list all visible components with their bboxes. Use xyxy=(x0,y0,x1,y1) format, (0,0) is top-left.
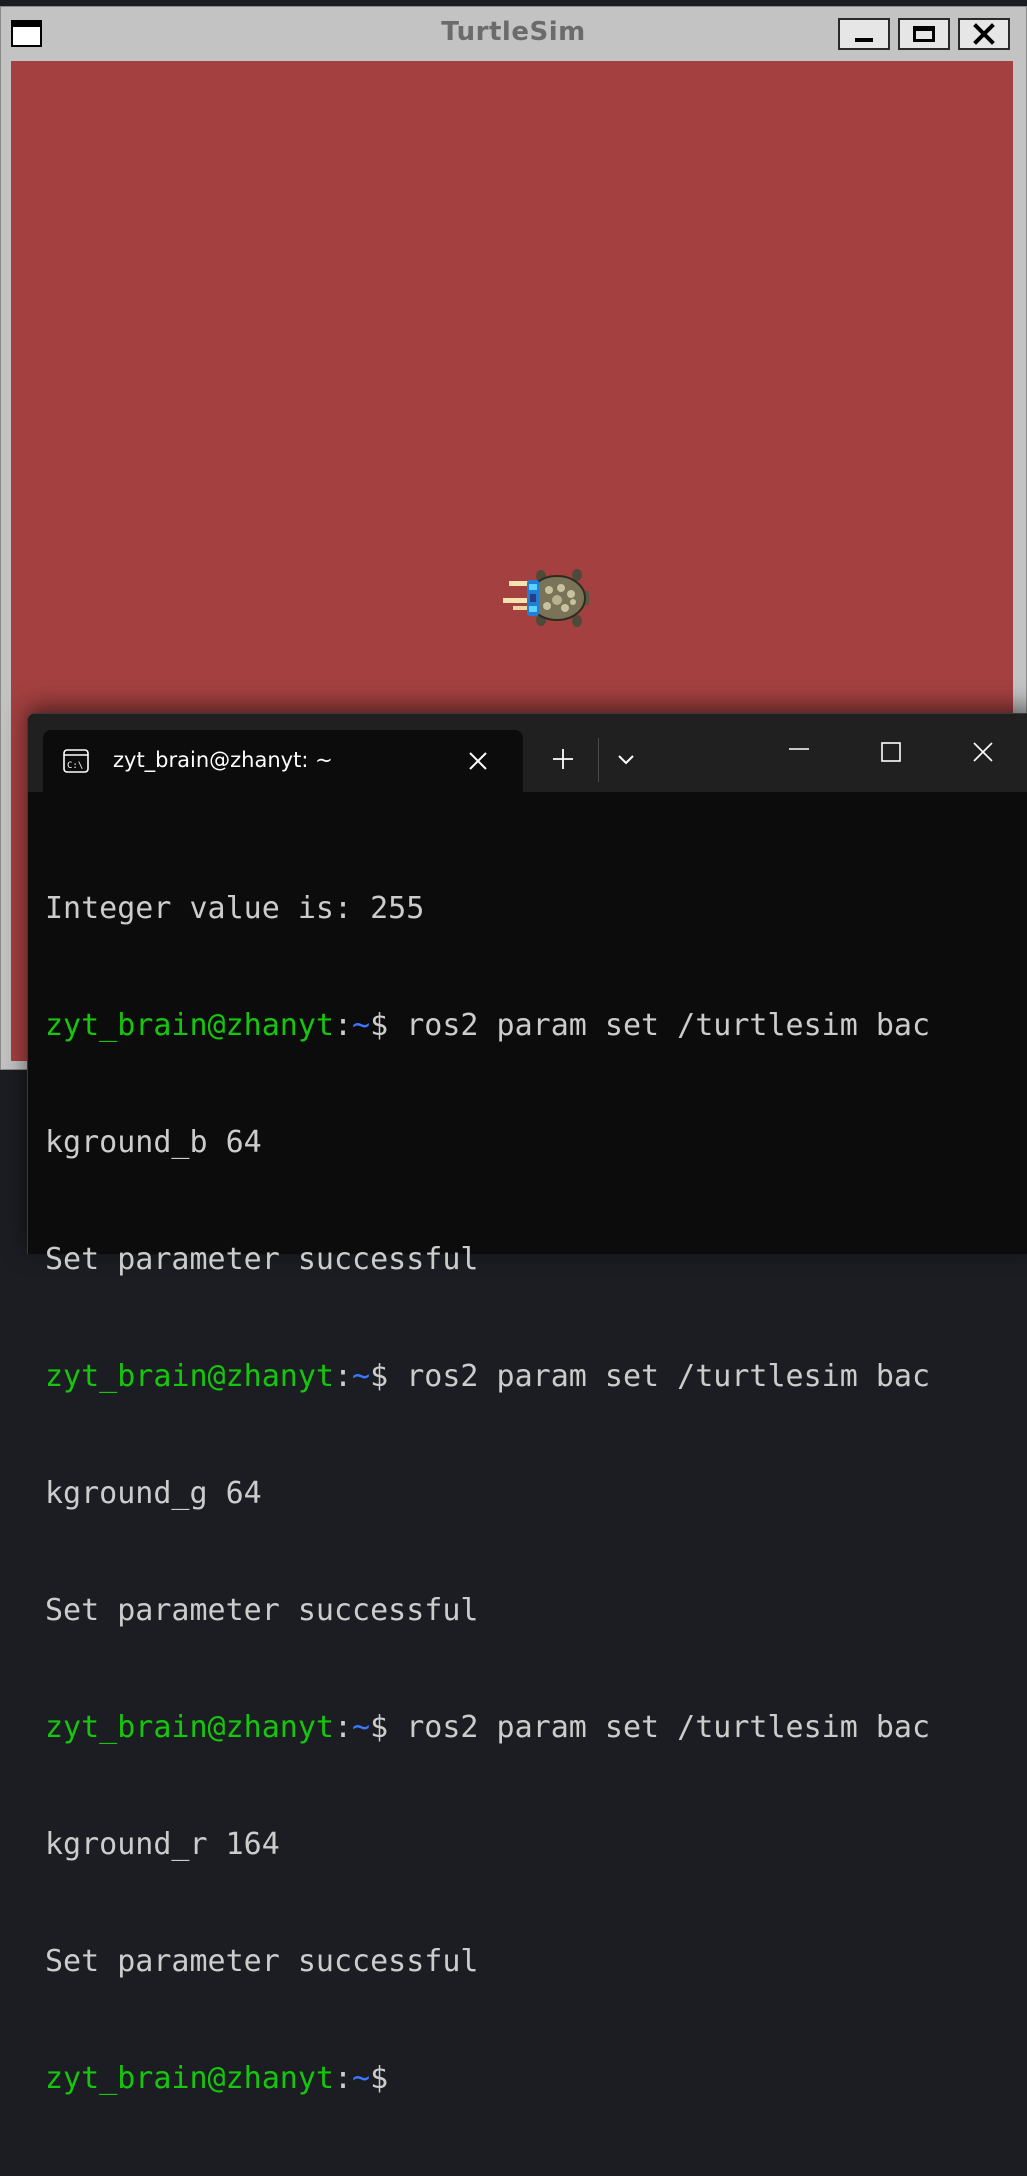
new-tab-icon[interactable] xyxy=(551,747,575,771)
tab-separator xyxy=(598,738,599,782)
output-line: Set parameter successful xyxy=(45,1593,479,1628)
prompt-line: zyt_brain@zhanyt:~$ ros2 param set /turt… xyxy=(45,1008,931,1043)
output-line: kground_r 164 xyxy=(45,1827,280,1862)
svg-text:C:\: C:\ xyxy=(67,761,83,771)
output-line: Integer value is: 255 xyxy=(45,891,425,926)
output-line: kground_b 64 xyxy=(45,1125,262,1160)
terminal-window: C:\ zyt_brain@zhanyt: ~ Integer value is… xyxy=(27,713,1027,2096)
maximize-icon xyxy=(913,26,935,42)
output-line: Set parameter successful xyxy=(45,1944,479,1979)
output-line: Set parameter successful xyxy=(45,1242,479,1277)
tab-close-icon[interactable] xyxy=(467,750,489,772)
tab-title: zyt_brain@zhanyt: ~ xyxy=(113,748,333,772)
terminal-icon: C:\ xyxy=(63,749,89,773)
terminal-output[interactable]: Integer value is: 255 zyt_brain@zhanyt:~… xyxy=(45,811,1018,2176)
prompt-line: zyt_brain@zhanyt:~$ xyxy=(45,2061,389,2096)
chevron-down-icon[interactable] xyxy=(616,752,636,768)
turtle-icon xyxy=(503,569,589,627)
close-icon[interactable] xyxy=(972,741,994,763)
turtlesim-maximize-button[interactable] xyxy=(898,18,950,50)
turtlesim-minimize-button[interactable] xyxy=(838,18,890,50)
prompt-line: zyt_brain@zhanyt:~$ ros2 param set /turt… xyxy=(45,1710,931,1745)
output-line: kground_g 64 xyxy=(45,1476,262,1511)
close-icon xyxy=(973,23,995,45)
turtlesim-close-button[interactable] xyxy=(958,18,1010,50)
turtlesim-titlebar[interactable]: TurtleSim xyxy=(1,7,1026,61)
terminal-tabbar[interactable]: C:\ zyt_brain@zhanyt: ~ xyxy=(28,714,1027,792)
maximize-icon[interactable] xyxy=(880,741,902,763)
minimize-icon[interactable] xyxy=(788,738,810,760)
minimize-icon xyxy=(855,38,873,42)
prompt-line: zyt_brain@zhanyt:~$ ros2 param set /turt… xyxy=(45,1359,931,1394)
terminal-tab[interactable]: C:\ zyt_brain@zhanyt: ~ xyxy=(43,730,523,792)
